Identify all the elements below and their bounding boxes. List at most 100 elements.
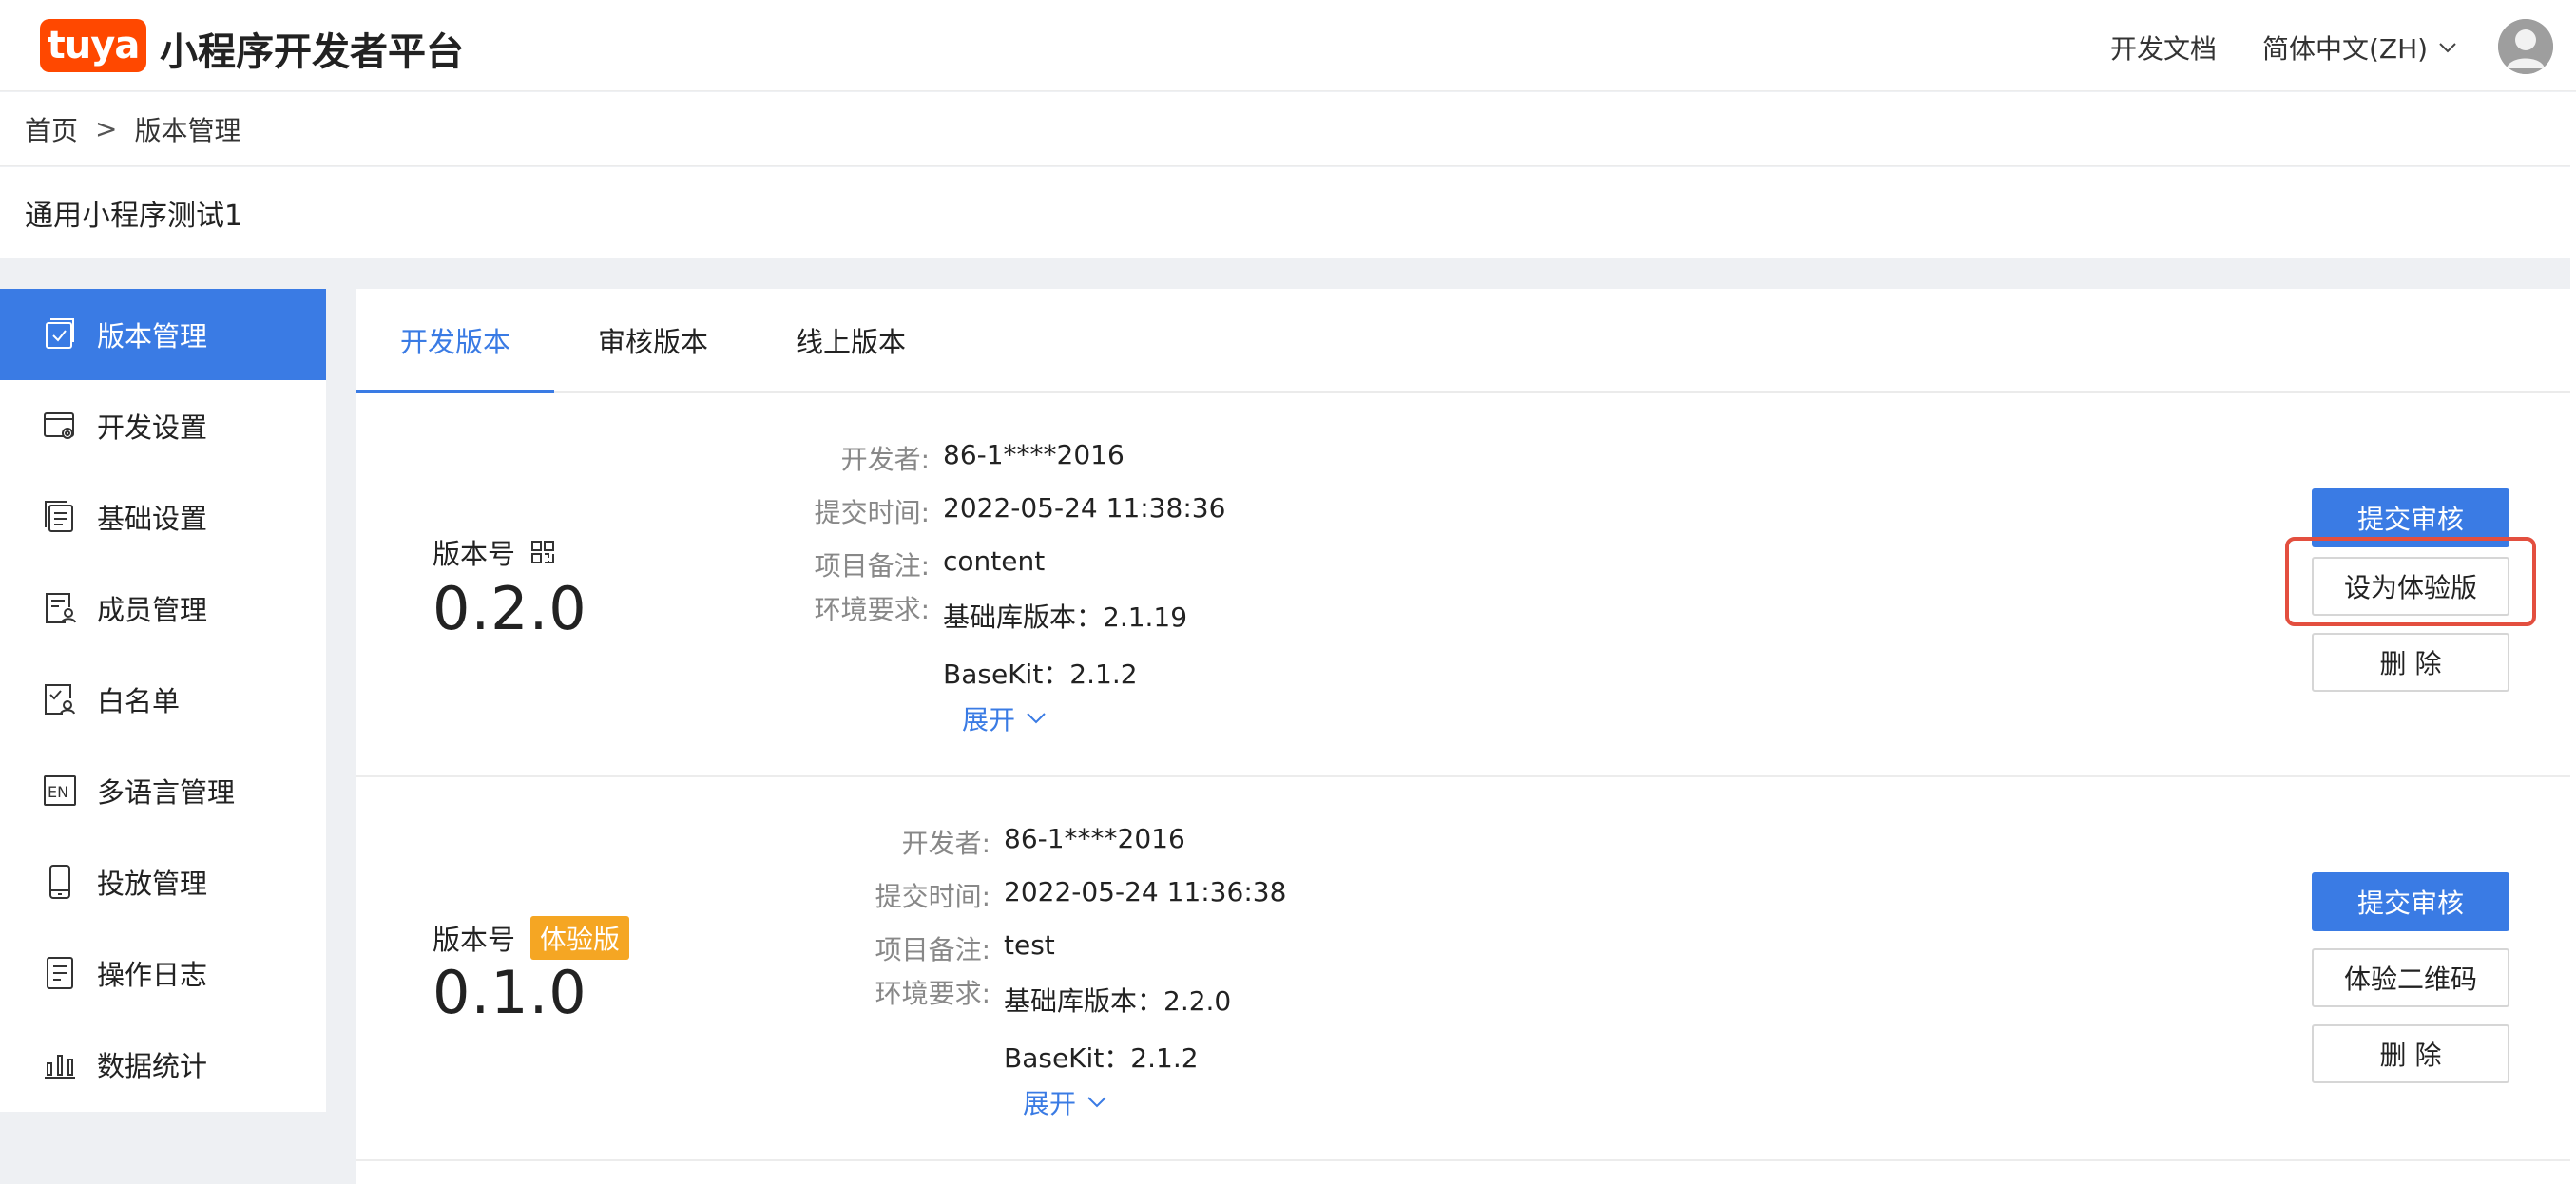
chevron-down-icon bbox=[1027, 713, 1046, 724]
submit-review-button[interactable]: 提交审核 bbox=[2312, 872, 2509, 931]
language-icon: EN bbox=[44, 775, 76, 806]
qrcode-icon[interactable] bbox=[530, 540, 555, 564]
top-header: tuya 小程序开发者平台 开发文档 简体中文(ZH) bbox=[0, 0, 2576, 91]
sidebar-item-label: 开发设置 bbox=[97, 411, 208, 444]
tuya-logo[interactable]: tuya bbox=[40, 19, 146, 72]
submit-time-row: 提交时间: 2022-05-24 11:38:36 bbox=[809, 492, 1226, 530]
breadcrumb-current: 版本管理 bbox=[134, 114, 241, 146]
remark-value: test bbox=[1004, 929, 1055, 961]
version-label: 版本号 体验版 bbox=[433, 916, 630, 960]
log-icon bbox=[47, 957, 73, 989]
remark-row: 项目备注: content bbox=[809, 545, 1046, 583]
sidebar-item-stats[interactable]: 数据统计 bbox=[0, 1019, 326, 1110]
sidebar-item-whitelist[interactable]: 白名单 bbox=[0, 654, 326, 745]
sidebar-item-dev-settings[interactable]: 开发设置 bbox=[0, 380, 326, 471]
developer-row: 开发者: 86-1****2016 bbox=[809, 439, 1125, 477]
app-name: 通用小程序测试1 bbox=[25, 200, 243, 233]
language-label: 简体中文(ZH) bbox=[2262, 33, 2429, 65]
remark-row: 项目备注: test bbox=[870, 929, 1055, 967]
env-base-version: 基础库版本：2.2.0 bbox=[1004, 985, 1232, 1017]
expand-label: 展开 bbox=[962, 704, 1016, 735]
sidebar-item-members[interactable]: 成员管理 bbox=[0, 563, 326, 654]
language-selector[interactable]: 简体中文(ZH) bbox=[2262, 29, 2458, 67]
tab-dev-version[interactable]: 开发版本 bbox=[356, 289, 554, 393]
sidebar-item-label: 操作日志 bbox=[97, 959, 208, 991]
version-number: 0.2.0 bbox=[433, 574, 587, 643]
version-card: 版本号 0.2.0 开发者: 86-1****2016 提交时间: 2022-0… bbox=[356, 393, 2570, 777]
sidebar-item-label: 版本管理 bbox=[97, 320, 208, 353]
app-name-bar: 通用小程序测试1 bbox=[0, 167, 2570, 258]
version-label-text: 版本号 bbox=[433, 924, 516, 956]
sidebar: 版本管理 开发设置 基础设置 成员管理 白名单 EN 多语言管理 投放管理 操作… bbox=[0, 289, 326, 1112]
version-tabs: 开发版本 审核版本 线上版本 bbox=[356, 289, 2570, 393]
tab-online-version[interactable]: 线上版本 bbox=[752, 289, 950, 391]
submit-time-key: 提交时间: bbox=[875, 881, 990, 912]
developer-value: 86-1****2016 bbox=[1004, 823, 1185, 854]
sidebar-item-label: 投放管理 bbox=[97, 868, 208, 900]
sidebar-item-label: 基础设置 bbox=[97, 503, 208, 535]
remark-value: content bbox=[943, 545, 1046, 577]
env-basekit-version: BaseKit：2.1.2 bbox=[943, 659, 1138, 690]
tab-review-version[interactable]: 审核版本 bbox=[554, 289, 752, 391]
sidebar-item-label: 数据统计 bbox=[97, 1050, 208, 1082]
env-basekit-version: BaseKit：2.1.2 bbox=[1004, 1042, 1199, 1074]
breadcrumb: 首页 > 版本管理 bbox=[0, 92, 2570, 166]
developer-row: 开发者: 86-1****2016 bbox=[870, 823, 1185, 861]
chevron-down-icon bbox=[1087, 1097, 1106, 1108]
chevron-down-icon bbox=[2439, 43, 2456, 53]
trial-qrcode-button[interactable]: 体验二维码 bbox=[2312, 948, 2509, 1007]
delete-button[interactable]: 删 除 bbox=[2312, 633, 2509, 692]
dev-settings-icon bbox=[44, 412, 74, 439]
expand-link[interactable]: 展开 bbox=[1023, 1083, 1108, 1121]
right-edge bbox=[2570, 92, 2576, 1184]
sidebar-item-version[interactable]: 版本管理 bbox=[0, 289, 326, 380]
version-label-text: 版本号 bbox=[433, 538, 516, 570]
env-values: 基础库版本：2.1.19 BaseKit：2.1.2 bbox=[930, 589, 1187, 692]
sidebar-item-logs[interactable]: 操作日志 bbox=[0, 927, 326, 1019]
submit-time-value: 2022-05-24 11:38:36 bbox=[943, 492, 1226, 524]
sidebar-item-label: 成员管理 bbox=[97, 594, 208, 626]
platform-title: 小程序开发者平台 bbox=[160, 30, 464, 74]
env-row: 环境要求: 基础库版本：2.2.0 BaseKit：2.1.2 bbox=[870, 973, 1232, 1076]
stats-icon bbox=[45, 1055, 75, 1079]
basic-settings-icon bbox=[45, 501, 73, 532]
env-row: 环境要求: 基础库版本：2.1.19 BaseKit：2.1.2 bbox=[809, 589, 1188, 692]
sidebar-item-distribution[interactable]: 投放管理 bbox=[0, 836, 326, 927]
version-label: 版本号 bbox=[433, 532, 555, 572]
sidebar-item-basic-settings[interactable]: 基础设置 bbox=[0, 471, 326, 563]
env-key: 环境要求: bbox=[875, 978, 990, 1009]
device-icon bbox=[49, 865, 70, 899]
member-icon bbox=[46, 593, 76, 623]
svg-text:EN: EN bbox=[48, 783, 68, 801]
main-panel: 开发版本 审核版本 线上版本 版本号 0.2.0 开发者: 86-1****20… bbox=[356, 289, 2570, 1184]
breadcrumb-separator: > bbox=[95, 113, 118, 144]
user-avatar[interactable] bbox=[2498, 19, 2553, 74]
sidebar-item-languages[interactable]: EN 多语言管理 bbox=[0, 745, 326, 836]
submit-review-button[interactable]: 提交审核 bbox=[2312, 488, 2509, 547]
breadcrumb-home[interactable]: 首页 bbox=[25, 110, 78, 148]
docs-link[interactable]: 开发文档 bbox=[2110, 29, 2217, 67]
env-key: 环境要求: bbox=[814, 594, 930, 625]
delete-button[interactable]: 删 除 bbox=[2312, 1024, 2509, 1083]
developer-key: 开发者: bbox=[901, 828, 990, 859]
whitelist-icon bbox=[45, 684, 75, 715]
expand-link[interactable]: 展开 bbox=[962, 699, 1048, 737]
submit-time-key: 提交时间: bbox=[814, 497, 930, 528]
sidebar-item-label: 白名单 bbox=[97, 685, 181, 717]
submit-time-row: 提交时间: 2022-05-24 11:36:38 bbox=[870, 876, 1287, 914]
avatar-icon bbox=[2498, 19, 2553, 74]
env-base-version: 基础库版本：2.1.19 bbox=[943, 602, 1188, 633]
version-number: 0.1.0 bbox=[433, 958, 587, 1027]
developer-value: 86-1****2016 bbox=[943, 439, 1125, 470]
sidebar-item-label: 多语言管理 bbox=[97, 776, 236, 809]
version-card: 版本号 体验版 0.1.0 开发者: 86-1****2016 提交时间: 20… bbox=[356, 777, 2570, 1161]
remark-key: 项目备注: bbox=[875, 934, 990, 965]
developer-key: 开发者: bbox=[840, 444, 930, 475]
trial-badge: 体验版 bbox=[530, 916, 630, 960]
version-icon bbox=[46, 318, 74, 349]
set-trial-version-button[interactable]: 设为体验版 bbox=[2312, 557, 2509, 616]
expand-label: 展开 bbox=[1023, 1088, 1077, 1119]
remark-key: 项目备注: bbox=[814, 550, 930, 582]
submit-time-value: 2022-05-24 11:36:38 bbox=[1004, 876, 1287, 907]
env-values: 基础库版本：2.2.0 BaseKit：2.1.2 bbox=[990, 973, 1231, 1076]
